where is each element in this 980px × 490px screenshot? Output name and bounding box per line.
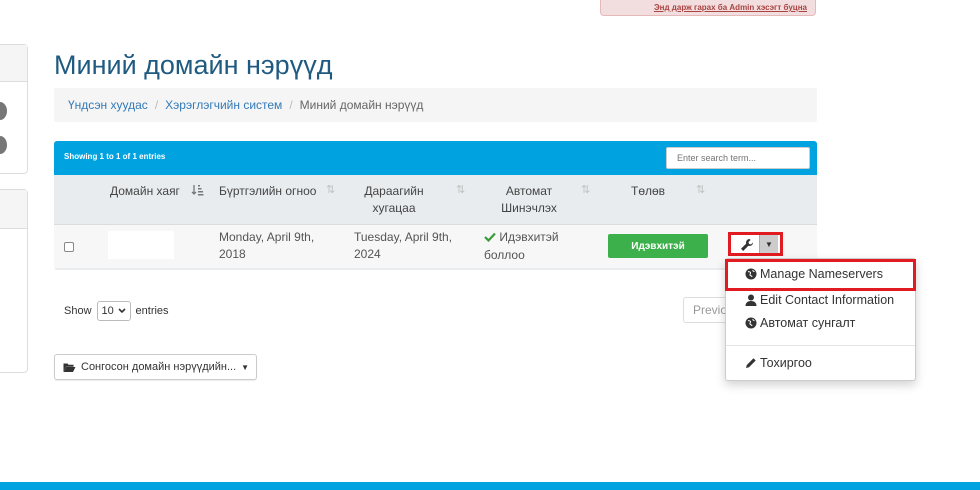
pencil-icon bbox=[744, 357, 758, 369]
table-header: Домайн хаяг Бүртгэлийн огноо ⇅ Дараагийн… bbox=[54, 175, 817, 223]
page-title: Миний домайн нэрүүд bbox=[54, 50, 333, 80]
domain-name-cell[interactable] bbox=[108, 231, 174, 259]
entries-per-page-select[interactable]: 10 bbox=[96, 301, 131, 321]
breadcrumb-separator: / bbox=[154, 98, 159, 112]
row-actions-button-group[interactable]: ▼ bbox=[728, 232, 783, 256]
globe-icon bbox=[744, 268, 758, 280]
user-icon bbox=[744, 294, 758, 306]
column-header-registration-date[interactable]: Бүртгэлийн огноо bbox=[219, 183, 316, 200]
sidebar-badge bbox=[0, 102, 7, 120]
table-toolbar: Showing 1 to 1 of 1 entries bbox=[54, 141, 817, 175]
sidebar-panel-header bbox=[0, 190, 27, 229]
sidebar-panel-bottom bbox=[0, 189, 28, 373]
menu-item-edit-contact-information[interactable]: Edit Contact Information bbox=[744, 293, 894, 307]
admin-notice-text: Энд дарж гарах ба Admin хэсэгт буцна bbox=[653, 3, 807, 12]
wrench-icon[interactable] bbox=[734, 236, 760, 254]
sidebar-panel-header bbox=[0, 45, 27, 82]
bulk-action-button[interactable]: Сонгосон домайн нэрүүдийн... ▼ bbox=[54, 354, 257, 380]
registration-date-cell: Monday, April 9th, 2018 bbox=[219, 230, 315, 261]
sort-icon[interactable]: ⇅ bbox=[326, 183, 335, 196]
sidebar-badge bbox=[0, 136, 7, 154]
sort-icon[interactable]: ⇅ bbox=[696, 183, 705, 196]
auto-renew-cell: Идэвхитэй боллоо bbox=[484, 230, 559, 262]
sort-active-icon[interactable] bbox=[191, 184, 204, 199]
next-due-cell: Tuesday, April 9th, 2024 bbox=[354, 230, 453, 261]
breadcrumb-current: Миний домайн нэрүүд bbox=[299, 98, 424, 112]
entries-label: entries bbox=[135, 305, 169, 317]
breadcrumb-home-link[interactable]: Үндсэн хуудас bbox=[68, 98, 148, 112]
footer-bar bbox=[0, 482, 980, 490]
globe-icon bbox=[744, 317, 758, 329]
column-header-next-due[interactable]: Дараагийн хугацаа bbox=[354, 183, 434, 217]
sort-icon[interactable]: ⇅ bbox=[581, 183, 590, 196]
domains-table: Showing 1 to 1 of 1 entries Домайн хаяг … bbox=[54, 141, 817, 270]
column-header-status[interactable]: Төлөв bbox=[631, 183, 665, 200]
menu-item-manage-nameservers[interactable]: Manage Nameservers bbox=[744, 267, 883, 281]
menu-divider bbox=[726, 345, 915, 346]
table-search-input[interactable] bbox=[666, 147, 810, 169]
column-header-domain[interactable]: Домайн хаяг bbox=[110, 183, 180, 200]
sort-icon[interactable]: ⇅ bbox=[456, 183, 465, 196]
status-badge: Идэвхитэй bbox=[608, 234, 708, 258]
menu-item-settings[interactable]: Тохиргоо bbox=[744, 356, 812, 370]
check-icon bbox=[484, 230, 496, 247]
page-length-control: Show 10 entries bbox=[64, 301, 169, 321]
bulk-action-label: Сонгосон домайн нэрүүдийн... bbox=[81, 361, 237, 373]
pagination-previous-button[interactable]: Previous bbox=[683, 297, 731, 323]
breadcrumb: Үндсэн хуудас / Хэрэглэгчийн систем / Ми… bbox=[54, 88, 817, 122]
menu-item-auto-renewal[interactable]: Автомат сунгалт bbox=[744, 316, 855, 330]
show-label: Show bbox=[64, 305, 92, 317]
column-header-auto-renew[interactable]: Автомат Шинэчлэх bbox=[494, 183, 564, 217]
breadcrumb-separator: / bbox=[289, 98, 293, 112]
row-actions-dropdown: Manage Nameservers Edit Contact Informat… bbox=[725, 258, 916, 381]
table-row: Monday, April 9th, 2018 Tuesday, April 9t… bbox=[54, 224, 817, 268]
chevron-down-icon[interactable]: ▼ bbox=[759, 235, 778, 253]
row-checkbox[interactable] bbox=[64, 242, 74, 252]
caret-down-icon: ▼ bbox=[241, 362, 250, 372]
chevron-down-icon bbox=[117, 305, 126, 317]
sidebar-panel-top bbox=[0, 44, 28, 174]
folder-open-icon bbox=[63, 362, 76, 373]
admin-return-link[interactable]: Энд дарж гарах ба Admin хэсэгт буцна bbox=[600, 0, 816, 16]
breadcrumb-client-area-link[interactable]: Хэрэглэгчийн систем bbox=[165, 98, 282, 112]
table-info: Showing 1 to 1 of 1 entries bbox=[64, 152, 166, 161]
